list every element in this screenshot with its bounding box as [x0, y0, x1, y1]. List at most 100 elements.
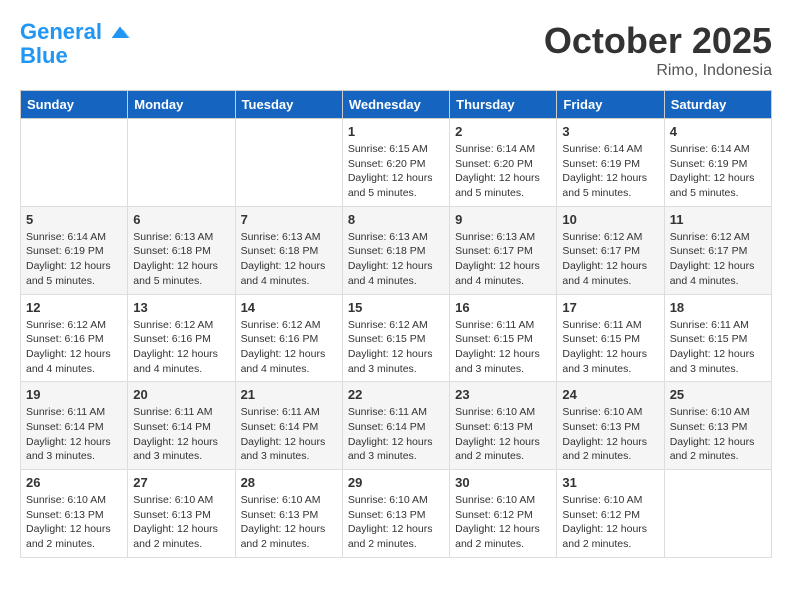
calendar-week-row: 19 Sunrise: 6:11 AMSunset: 6:14 PMDayligh… [21, 382, 772, 470]
logo-text-blue: Blue [20, 44, 68, 68]
day-number: 24 [562, 387, 658, 402]
header-day-friday: Friday [557, 91, 664, 119]
calendar-cell: 6 Sunrise: 6:13 AMSunset: 6:18 PMDaylight… [128, 206, 235, 294]
day-info: Sunrise: 6:14 AMSunset: 6:19 PMDaylight:… [26, 230, 122, 289]
calendar-cell: 12 Sunrise: 6:12 AMSunset: 6:16 PMDayligh… [21, 294, 128, 382]
day-number: 1 [348, 124, 444, 139]
day-number: 20 [133, 387, 229, 402]
calendar-cell: 5Sunrise: 6:14 AMSunset: 6:19 PMDaylight… [21, 206, 128, 294]
calendar-cell: 25 Sunrise: 6:10 AMSunset: 6:13 PMDayligh… [664, 382, 771, 470]
calendar-week-row: 26 Sunrise: 6:10 AMSunset: 6:13 PMDayligh… [21, 470, 772, 558]
calendar-cell: 26Sunrise: 6:10 AMSunset: 6:13 PMDayligh… [21, 470, 128, 558]
day-info: Sunrise: 6:10 AMSunset: 6:13 PMDaylight:… [670, 405, 766, 464]
calendar-cell: 7 Sunrise: 6:13 AMSunset: 6:18 PMDaylight… [235, 206, 342, 294]
calendar-week-row: 5Sunrise: 6:14 AMSunset: 6:19 PMDaylight… [21, 206, 772, 294]
day-info: Sunrise: 6:15 AMSunset: 6:20 PMDaylight:… [348, 142, 444, 201]
day-number: 6 [133, 212, 229, 227]
day-info: Sunrise: 6:12 AMSunset: 6:17 PMDaylight:… [670, 230, 766, 289]
day-info: Sunrise: 6:13 AMSunset: 6:18 PMDaylight:… [241, 230, 337, 289]
day-info: Sunrise: 6:10 AMSunset: 6:13 PMDaylight:… [241, 493, 337, 552]
day-info: Sunrise: 6:11 AMSunset: 6:14 PMDaylight:… [348, 405, 444, 464]
day-number: 18 [670, 300, 766, 315]
calendar-cell: 4 Sunrise: 6:14 AMSunset: 6:19 PMDaylight… [664, 119, 771, 207]
day-number: 19 [26, 387, 122, 402]
day-number: 16 [455, 300, 551, 315]
day-number: 13 [133, 300, 229, 315]
day-info: Sunrise: 6:14 AMSunset: 6:20 PMDaylight:… [455, 142, 551, 201]
header-day-tuesday: Tuesday [235, 91, 342, 119]
header-day-thursday: Thursday [450, 91, 557, 119]
day-number: 21 [241, 387, 337, 402]
header-day-sunday: Sunday [21, 91, 128, 119]
day-info: Sunrise: 6:13 AMSunset: 6:18 PMDaylight:… [348, 230, 444, 289]
day-number: 29 [348, 475, 444, 490]
calendar-cell: 2 Sunrise: 6:14 AMSunset: 6:20 PMDaylight… [450, 119, 557, 207]
calendar-cell [235, 119, 342, 207]
day-number: 8 [348, 212, 444, 227]
calendar-cell: 18Sunrise: 6:11 AMSunset: 6:15 PMDayligh… [664, 294, 771, 382]
day-info: Sunrise: 6:14 AMSunset: 6:19 PMDaylight:… [670, 142, 766, 201]
calendar-cell: 14Sunrise: 6:12 AMSunset: 6:16 PMDayligh… [235, 294, 342, 382]
day-info: Sunrise: 6:10 AMSunset: 6:13 PMDaylight:… [455, 405, 551, 464]
day-info: Sunrise: 6:10 AMSunset: 6:13 PMDaylight:… [348, 493, 444, 552]
day-number: 31 [562, 475, 658, 490]
page-header: General Blue October 2025 Rimo, Indonesi… [20, 20, 772, 80]
day-number: 7 [241, 212, 337, 227]
day-info: Sunrise: 6:11 AMSunset: 6:15 PMDaylight:… [562, 318, 658, 377]
calendar-table: SundayMondayTuesdayWednesdayThursdayFrid… [20, 90, 772, 558]
header-day-monday: Monday [128, 91, 235, 119]
day-number: 22 [348, 387, 444, 402]
month-title: October 2025 [544, 20, 772, 62]
calendar-cell: 8 Sunrise: 6:13 AMSunset: 6:18 PMDaylight… [342, 206, 449, 294]
day-number: 14 [241, 300, 337, 315]
day-number: 4 [670, 124, 766, 139]
day-number: 26 [26, 475, 122, 490]
day-info: Sunrise: 6:12 AMSunset: 6:15 PMDaylight:… [348, 318, 444, 377]
calendar-cell: 15Sunrise: 6:12 AMSunset: 6:15 PMDayligh… [342, 294, 449, 382]
title-block: October 2025 Rimo, Indonesia [544, 20, 772, 80]
day-number: 28 [241, 475, 337, 490]
calendar-cell: 23 Sunrise: 6:10 AMSunset: 6:13 PMDayligh… [450, 382, 557, 470]
day-info: Sunrise: 6:10 AMSunset: 6:12 PMDaylight:… [455, 493, 551, 552]
day-number: 25 [670, 387, 766, 402]
calendar-week-row: 1 Sunrise: 6:15 AMSunset: 6:20 PMDaylight… [21, 119, 772, 207]
calendar-cell: 1 Sunrise: 6:15 AMSunset: 6:20 PMDaylight… [342, 119, 449, 207]
day-info: Sunrise: 6:10 AMSunset: 6:13 PMDaylight:… [562, 405, 658, 464]
day-number: 23 [455, 387, 551, 402]
calendar-cell: 11 Sunrise: 6:12 AMSunset: 6:17 PMDayligh… [664, 206, 771, 294]
day-info: Sunrise: 6:13 AMSunset: 6:18 PMDaylight:… [133, 230, 229, 289]
day-info: Sunrise: 6:11 AMSunset: 6:15 PMDaylight:… [455, 318, 551, 377]
calendar-cell: 20 Sunrise: 6:11 AMSunset: 6:14 PMDayligh… [128, 382, 235, 470]
day-info: Sunrise: 6:12 AMSunset: 6:16 PMDaylight:… [26, 318, 122, 377]
calendar-cell [664, 470, 771, 558]
calendar-cell [128, 119, 235, 207]
calendar-cell: 17 Sunrise: 6:11 AMSunset: 6:15 PMDayligh… [557, 294, 664, 382]
day-info: Sunrise: 6:14 AMSunset: 6:19 PMDaylight:… [562, 142, 658, 201]
calendar-cell: 29 Sunrise: 6:10 AMSunset: 6:13 PMDayligh… [342, 470, 449, 558]
calendar-header-row: SundayMondayTuesdayWednesdayThursdayFrid… [21, 91, 772, 119]
calendar-cell [21, 119, 128, 207]
day-number: 27 [133, 475, 229, 490]
header-day-saturday: Saturday [664, 91, 771, 119]
day-info: Sunrise: 6:11 AMSunset: 6:14 PMDaylight:… [133, 405, 229, 464]
day-number: 3 [562, 124, 658, 139]
calendar-week-row: 12 Sunrise: 6:12 AMSunset: 6:16 PMDayligh… [21, 294, 772, 382]
calendar-cell: 9 Sunrise: 6:13 AMSunset: 6:17 PMDaylight… [450, 206, 557, 294]
day-number: 2 [455, 124, 551, 139]
calendar-cell: 19Sunrise: 6:11 AMSunset: 6:14 PMDayligh… [21, 382, 128, 470]
day-number: 17 [562, 300, 658, 315]
day-info: Sunrise: 6:11 AMSunset: 6:14 PMDaylight:… [241, 405, 337, 464]
day-number: 9 [455, 212, 551, 227]
day-number: 12 [26, 300, 122, 315]
logo-text: General [20, 20, 130, 44]
calendar-cell: 27 Sunrise: 6:10 AMSunset: 6:13 PMDayligh… [128, 470, 235, 558]
day-info: Sunrise: 6:13 AMSunset: 6:17 PMDaylight:… [455, 230, 551, 289]
day-info: Sunrise: 6:12 AMSunset: 6:16 PMDaylight:… [133, 318, 229, 377]
logo: General Blue [20, 20, 130, 68]
calendar-cell: 28 Sunrise: 6:10 AMSunset: 6:13 PMDayligh… [235, 470, 342, 558]
calendar-cell: 16 Sunrise: 6:11 AMSunset: 6:15 PMDayligh… [450, 294, 557, 382]
calendar-cell: 3 Sunrise: 6:14 AMSunset: 6:19 PMDaylight… [557, 119, 664, 207]
day-info: Sunrise: 6:12 AMSunset: 6:17 PMDaylight:… [562, 230, 658, 289]
day-number: 11 [670, 212, 766, 227]
day-info: Sunrise: 6:10 AMSunset: 6:13 PMDaylight:… [133, 493, 229, 552]
